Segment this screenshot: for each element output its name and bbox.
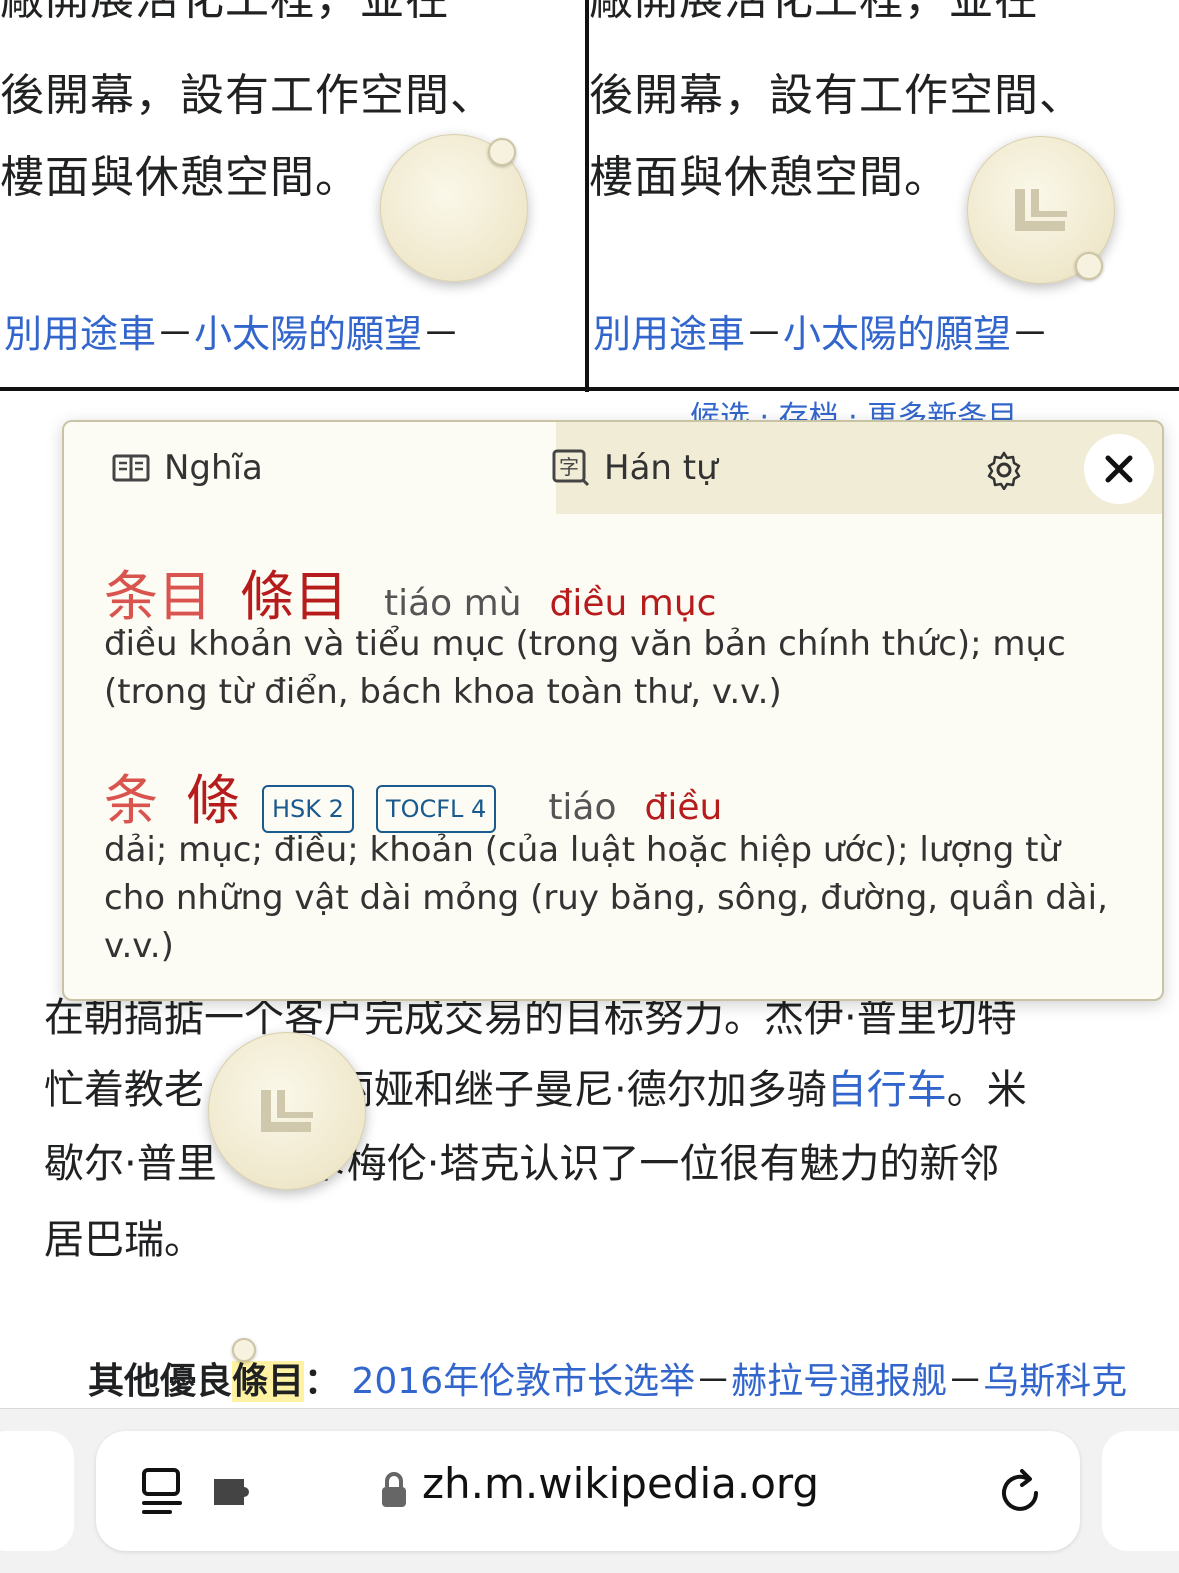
sino-vietnamese: điều mục — [549, 583, 717, 624]
close-button[interactable] — [1084, 434, 1154, 504]
article-text: 丽娅和继子曼尼·德尔加多骑 — [334, 1067, 827, 1113]
link-special-vehicle[interactable]: 別用途車 — [4, 312, 156, 356]
reader-floating-button[interactable] — [208, 1032, 366, 1190]
links-row: 別用途車－小太陽的願望－ — [4, 306, 460, 362]
reader-mode-icon[interactable] — [140, 1467, 186, 1515]
text-line: 樓面與休憩空間。 — [589, 152, 949, 203]
address-bar[interactable]: zh.m.wikipedia.org — [96, 1431, 1080, 1551]
app-logo-icon — [1015, 189, 1067, 231]
selection-handle-dot[interactable] — [488, 138, 516, 166]
separator: － — [745, 312, 784, 356]
dict-definition: điều khoản và tiểu mục (trong văn bản ch… — [104, 624, 1066, 712]
article-text: 忙着教老 — [44, 1067, 204, 1113]
candidate-links[interactable]: 候选 · 存档 · 更多新条目 — [690, 392, 1017, 420]
sino-vietnamese: điều — [644, 787, 723, 828]
book-icon — [112, 454, 150, 482]
section-label: 其他優良 — [88, 1361, 233, 1402]
panel-divider — [585, 0, 589, 392]
app-logo-icon — [261, 1090, 313, 1132]
reload-icon[interactable] — [998, 1467, 1044, 1517]
link-hera-ship[interactable]: 赫拉号通报舰 — [731, 1361, 947, 1402]
next-tab-pill[interactable] — [1102, 1431, 1179, 1551]
text-line: 後開幕，設有工作空間、 — [589, 70, 1084, 121]
article-text: 和卡梅伦·塔克认识了一位很有魅力的新邻 — [266, 1141, 1000, 1187]
tab-meaning[interactable]: Nghĩa — [64, 422, 556, 514]
colon: ： — [304, 1361, 341, 1402]
article-line: 忙着教老 丽娅和继子曼尼·德尔加多骑自行车。米 — [44, 1052, 1027, 1128]
link-london-election[interactable]: 2016年伦敦市长选举 — [352, 1361, 696, 1402]
hanzi-icon: 字 — [552, 449, 590, 487]
extension-icon[interactable] — [212, 1475, 258, 1507]
lock-icon — [382, 1472, 406, 1507]
article-text: 。米 — [946, 1067, 1027, 1113]
article-text: 歇尔·普里 — [44, 1141, 217, 1187]
link-bicycle[interactable]: 自行车 — [827, 1067, 947, 1113]
article-line: 居巴瑞。 — [44, 1217, 204, 1263]
text-line: 樓面與休憩空間。 — [0, 152, 360, 203]
traditional-word[interactable]: 條 — [186, 769, 240, 832]
links-row: 別用途車－小太陽的願望－ — [593, 306, 1049, 362]
traditional-word[interactable]: 條目 — [240, 565, 348, 628]
url-text[interactable]: zh.m.wikipedia.org — [422, 1459, 819, 1508]
magnifier-panel-right: 廠開展活化工程，並在 後開幕，設有工作空間、 樓面與休憩空間。 別用途車－小太陽… — [589, 0, 1179, 390]
separator: － — [1011, 312, 1050, 356]
article-line: 歇尔·普里 和卡梅伦·塔克认识了一位很有魅力的新邻 — [44, 1126, 999, 1202]
dictionary-popup: Nghĩa 字 Hán tự 条目 條目 tiáo mù điều mục điều … — [62, 420, 1164, 1001]
highlighted-word[interactable]: 條目 — [232, 1361, 305, 1402]
gear-icon[interactable] — [984, 450, 1024, 490]
close-icon — [1105, 455, 1133, 483]
pinyin: tiáo mù — [384, 583, 522, 624]
panel-divider — [0, 387, 1179, 391]
pinyin: tiáo — [548, 787, 617, 828]
tab-meaning-label: Nghĩa — [164, 448, 263, 488]
previous-tab-pill[interactable] — [0, 1431, 74, 1551]
separator: － — [156, 312, 195, 356]
selection-handle-dot[interactable] — [232, 1338, 256, 1362]
simplified-word[interactable]: 条目 — [104, 565, 212, 628]
text-line: 廠開展活化工程，並在 — [0, 0, 450, 30]
separator: － — [695, 1361, 732, 1402]
selection-handle-dot[interactable] — [1075, 252, 1103, 280]
simplified-word[interactable]: 条 — [104, 769, 158, 832]
text-line: 廠開展活化工程，並在 — [589, 0, 1039, 30]
browser-toolbar: zh.m.wikipedia.org — [0, 1408, 1179, 1573]
text-line: 後開幕，設有工作空間、 — [0, 70, 495, 121]
link-little-sun[interactable]: 小太陽的願望 — [194, 312, 422, 356]
link-special-vehicle[interactable]: 別用途車 — [593, 312, 745, 356]
separator: － — [947, 1361, 984, 1402]
svg-text:字: 字 — [559, 455, 579, 479]
link-little-sun[interactable]: 小太陽的願望 — [783, 312, 1011, 356]
link-uskok[interactable]: 乌斯科克 — [983, 1361, 1127, 1402]
separator: － — [422, 312, 461, 356]
popup-tabbar: Nghĩa 字 Hán tự — [64, 422, 1162, 514]
magnifier-panel-left: 廠開展活化工程，並在 後開幕，設有工作空間、 樓面與休憩空間。 別用途車－小太陽… — [0, 0, 585, 390]
tab-hanzi[interactable]: 字 Hán tự — [508, 422, 912, 514]
tab-hanzi-label: Hán tự — [604, 448, 718, 488]
dict-definition: dải; mục; điều; khoản (của luật hoặc hiệ… — [104, 830, 1108, 966]
